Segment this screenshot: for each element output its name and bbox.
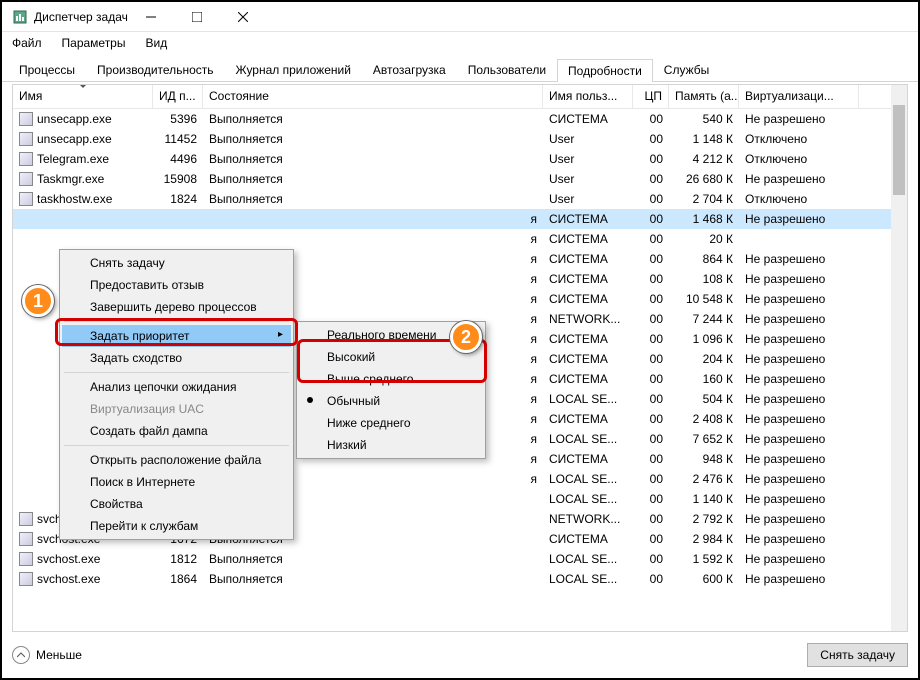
tab-1[interactable]: Производительность — [86, 58, 224, 81]
footer: Меньше Снять задачу — [12, 640, 908, 670]
process-icon — [19, 152, 33, 166]
priority-normal[interactable]: Обычный — [299, 390, 483, 412]
table-row[interactable]: taskhostw.exe1824ВыполняетсяUser002 704 … — [13, 189, 891, 209]
maximize-button[interactable] — [174, 2, 220, 32]
tab-3[interactable]: Автозагрузка — [362, 58, 457, 81]
radio-checked-icon — [307, 397, 313, 403]
context-menu: Снять задачу Предоставить отзыв Завершит… — [59, 249, 294, 540]
table-row[interactable]: яСИСТЕМА0020 К — [13, 229, 891, 249]
menu-file[interactable]: Файл — [8, 34, 46, 52]
process-icon — [19, 532, 33, 546]
titlebar: Диспетчер задач — [2, 2, 918, 32]
table-row[interactable]: unsecapp.exe11452ВыполняетсяUser001 148 … — [13, 129, 891, 149]
ctx-create-dump[interactable]: Создать файл дампа — [62, 420, 291, 442]
ctx-search-online[interactable]: Поиск в Интернете — [62, 471, 291, 493]
ctx-separator — [64, 372, 289, 373]
menu-options[interactable]: Параметры — [58, 34, 130, 52]
table-row[interactable]: Taskmgr.exe15908ВыполняетсяUser0026 680 … — [13, 169, 891, 189]
fewer-details-button[interactable]: Меньше — [12, 646, 82, 664]
app-icon — [12, 9, 28, 25]
ctx-feedback[interactable]: Предоставить отзыв — [62, 274, 291, 296]
ctx-goto-services[interactable]: Перейти к службам — [62, 515, 291, 537]
ctx-set-priority[interactable]: Задать приоритет — [62, 325, 291, 347]
ctx-end-task[interactable]: Снять задачу — [62, 252, 291, 274]
header-name[interactable]: Имя — [13, 85, 153, 108]
tab-5[interactable]: Подробности — [557, 59, 653, 82]
priority-below-normal[interactable]: Ниже среднего — [299, 412, 483, 434]
process-icon — [19, 132, 33, 146]
ctx-properties[interactable]: Свойства — [62, 493, 291, 515]
column-headers: Имя ИД п... Состояние Имя польз... ЦП Па… — [13, 85, 907, 109]
table-row[interactable]: unsecapp.exe5396ВыполняетсяСИСТЕМА00540 … — [13, 109, 891, 129]
header-memory[interactable]: Память (а... — [669, 85, 739, 108]
header-user[interactable]: Имя польз... — [543, 85, 633, 108]
ctx-analyze-wait[interactable]: Анализ цепочки ожидания — [62, 376, 291, 398]
scrollbar-thumb[interactable] — [893, 105, 905, 195]
vertical-scrollbar[interactable] — [891, 85, 907, 631]
fewer-label: Меньше — [36, 648, 82, 662]
menubar: Файл Параметры Вид — [2, 32, 918, 54]
process-icon — [19, 572, 33, 586]
tab-0[interactable]: Процессы — [8, 58, 86, 81]
tab-2[interactable]: Журнал приложений — [225, 58, 362, 81]
process-icon — [19, 512, 33, 526]
table-row[interactable]: яСИСТЕМА001 468 КНе разрешено — [13, 209, 891, 229]
priority-above-normal[interactable]: Выше среднего — [299, 368, 483, 390]
close-button[interactable] — [220, 2, 266, 32]
tabs: ПроцессыПроизводительностьЖурнал приложе… — [2, 54, 918, 82]
ctx-separator — [64, 445, 289, 446]
end-task-button[interactable]: Снять задачу — [807, 643, 908, 667]
header-status[interactable]: Состояние — [203, 85, 543, 108]
header-pid[interactable]: ИД п... — [153, 85, 203, 108]
ctx-separator — [64, 321, 289, 322]
annotation-badge-1: 1 — [22, 285, 54, 317]
process-icon — [19, 552, 33, 566]
window-title: Диспетчер задач — [34, 10, 128, 24]
menu-view[interactable]: Вид — [141, 34, 171, 52]
process-icon — [19, 192, 33, 206]
ctx-uac-virtualization: Виртуализация UAC — [62, 398, 291, 420]
table-row[interactable]: Telegram.exe4496ВыполняетсяUser004 212 К… — [13, 149, 891, 169]
header-virtualization[interactable]: Виртуализаци... — [739, 85, 859, 108]
process-icon — [19, 112, 33, 126]
minimize-button[interactable] — [128, 2, 174, 32]
annotation-badge-2: 2 — [450, 321, 482, 353]
ctx-end-tree[interactable]: Завершить дерево процессов — [62, 296, 291, 318]
priority-low[interactable]: Низкий — [299, 434, 483, 456]
ctx-set-affinity[interactable]: Задать сходство — [62, 347, 291, 369]
process-icon — [19, 172, 33, 186]
header-cpu[interactable]: ЦП — [633, 85, 669, 108]
tab-6[interactable]: Службы — [653, 58, 720, 81]
chevron-up-icon — [12, 646, 30, 664]
table-row[interactable]: svchost.exe1864ВыполняетсяLOCAL SE...006… — [13, 569, 891, 589]
ctx-open-location[interactable]: Открыть расположение файла — [62, 449, 291, 471]
tab-4[interactable]: Пользователи — [457, 58, 557, 81]
table-row[interactable]: svchost.exe1812ВыполняетсяLOCAL SE...001… — [13, 549, 891, 569]
